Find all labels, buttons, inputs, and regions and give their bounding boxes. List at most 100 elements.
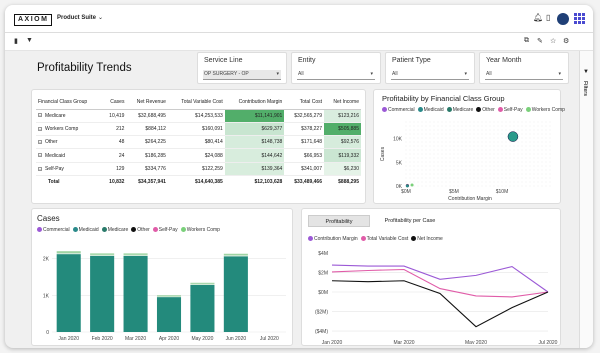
bar-self-pay[interactable] bbox=[190, 283, 215, 285]
table-row[interactable]: + Other 48 $264,225 $80,414 $148,738 $171,648 $… bbox=[36, 135, 361, 150]
grid-dot bbox=[417, 157, 419, 159]
bar-self-pay[interactable] bbox=[90, 254, 115, 256]
bar-workers-comp[interactable] bbox=[223, 253, 248, 256]
apps-grid-icon[interactable] bbox=[574, 13, 585, 24]
legend-item[interactable]: Commercial bbox=[37, 227, 70, 233]
service-line-select[interactable]: OP SURGERY - OP ▾ bbox=[203, 70, 281, 80]
legend-item[interactable]: Medicare bbox=[446, 107, 473, 113]
column-header[interactable]: Net Income bbox=[324, 95, 361, 110]
grid-dot bbox=[433, 181, 435, 183]
grid-dot bbox=[469, 133, 471, 135]
legend-item[interactable]: Total Variable Cost bbox=[360, 236, 408, 242]
grid-dot bbox=[525, 181, 527, 183]
line-total-variable-cost[interactable] bbox=[331, 268, 549, 298]
legend-item[interactable]: Workers Comp bbox=[180, 227, 220, 233]
y-tick-label: 1K bbox=[43, 293, 50, 299]
table-cell: + Other bbox=[36, 135, 103, 150]
copy-icon[interactable]: ⧉ bbox=[524, 37, 529, 45]
year-month-select[interactable]: All ▾ bbox=[485, 70, 563, 80]
legend-item[interactable]: Commercial bbox=[382, 107, 415, 113]
grid-dot bbox=[429, 121, 431, 123]
entity-select[interactable]: All ▾ bbox=[297, 70, 375, 80]
grid-dot bbox=[509, 125, 511, 127]
y-tick-label: 0K bbox=[396, 184, 403, 190]
table-row[interactable]: + Self-Pay 129 $334,776 $122,259 $139,364 $341… bbox=[36, 162, 361, 176]
bar-workers-comp[interactable] bbox=[123, 253, 148, 255]
legend-item[interactable]: Self-Pay bbox=[152, 227, 178, 233]
star-icon[interactable]: ☆ bbox=[550, 37, 556, 45]
grid-dot bbox=[521, 177, 523, 179]
grid-dot bbox=[493, 169, 495, 171]
bar-self-pay[interactable] bbox=[223, 255, 248, 257]
scatter-point-workers-comp[interactable] bbox=[410, 183, 414, 187]
expand-icon[interactable]: + bbox=[38, 153, 42, 158]
legend-item[interactable]: Medicaid bbox=[72, 227, 99, 233]
bar-medicare[interactable] bbox=[223, 256, 248, 332]
grid-dot bbox=[465, 173, 467, 175]
grid-dot bbox=[437, 177, 439, 179]
legend-item[interactable]: Net Income bbox=[411, 236, 443, 242]
legend-item[interactable]: Self-Pay bbox=[497, 107, 523, 113]
legend-item[interactable]: Medicare bbox=[101, 227, 128, 233]
bar-workers-comp[interactable] bbox=[190, 282, 215, 284]
bar-workers-comp[interactable] bbox=[56, 251, 81, 254]
grid-dot bbox=[537, 133, 539, 135]
legend-item[interactable]: Medicaid bbox=[417, 107, 444, 113]
edit-icon[interactable]: ✎ bbox=[537, 37, 543, 45]
table-cell: $6,230 bbox=[324, 162, 361, 176]
column-header[interactable]: Total Cost bbox=[284, 95, 324, 110]
gear-icon[interactable]: ⚙ bbox=[563, 37, 569, 45]
expand-icon[interactable]: + bbox=[38, 139, 42, 144]
tab-profitability[interactable]: Profitability bbox=[308, 215, 370, 227]
table-row[interactable]: + Workers Comp 212 $884,112 $160,091 $629,377… bbox=[36, 122, 361, 137]
scatter-point-medicaid[interactable] bbox=[405, 184, 409, 188]
table-row[interactable]: + Medicaid 24 $186,285 $24,088 $144,642 $66,95… bbox=[36, 148, 361, 163]
avatar[interactable] bbox=[557, 13, 569, 25]
product-suite-menu[interactable]: Product Suite ⌄ bbox=[57, 14, 103, 21]
bar-self-pay[interactable] bbox=[156, 296, 182, 298]
grid-dot bbox=[489, 173, 491, 175]
grid-dot bbox=[493, 157, 495, 159]
expand-icon[interactable]: + bbox=[38, 126, 42, 131]
grid-dot bbox=[477, 121, 479, 123]
table-row[interactable]: + Medicare 10,419 $32,688,495 $14,253,533 $11… bbox=[36, 109, 361, 123]
expand-icon[interactable]: + bbox=[38, 166, 42, 171]
tab-profitability-per-case[interactable]: Profitability per Case bbox=[374, 215, 446, 227]
bar-medicare[interactable] bbox=[123, 255, 148, 332]
column-header[interactable]: Contribution Margin bbox=[224, 95, 285, 110]
grid-dot bbox=[457, 121, 459, 123]
grid-dot bbox=[433, 145, 435, 147]
bar-medicare[interactable] bbox=[56, 254, 81, 332]
column-header[interactable]: Financial Class Group bbox=[36, 95, 103, 110]
column-header[interactable]: Net Revenue bbox=[126, 95, 168, 110]
legend-item[interactable]: Contribution Margin bbox=[308, 236, 358, 242]
grid-dot bbox=[493, 173, 495, 175]
expand-icon[interactable]: + bbox=[38, 113, 42, 118]
column-header[interactable]: Cases bbox=[102, 95, 127, 110]
grid-dot bbox=[537, 141, 539, 143]
bar-self-pay[interactable] bbox=[56, 253, 81, 255]
bar-medicare[interactable] bbox=[190, 284, 215, 332]
grid-dot bbox=[477, 137, 479, 139]
line-net-income[interactable] bbox=[331, 280, 549, 328]
bar-medicare[interactable] bbox=[156, 297, 182, 332]
x-tick-label: Jan 2020 bbox=[58, 336, 79, 342]
grid-dot bbox=[433, 161, 435, 163]
legend-item[interactable]: Other bbox=[131, 227, 150, 233]
bar-workers-comp[interactable] bbox=[90, 253, 115, 255]
column-header[interactable]: Total Variable Cost bbox=[167, 95, 225, 110]
bell-icon[interactable]: 🔔︎ bbox=[533, 14, 543, 22]
scatter-point-medicare[interactable] bbox=[507, 131, 519, 142]
note-icon[interactable]: ▯ bbox=[546, 14, 550, 22]
grid-dot bbox=[429, 169, 431, 171]
document-icon[interactable]: ▮ bbox=[14, 37, 18, 45]
grid-dot bbox=[433, 129, 435, 131]
patient-type-select[interactable]: All ▾ bbox=[391, 70, 469, 80]
bar-workers-comp[interactable] bbox=[156, 295, 182, 297]
bar-self-pay[interactable] bbox=[123, 254, 148, 256]
legend-item[interactable]: Other bbox=[476, 107, 495, 113]
filters-panel-tab[interactable]: ▼ Filters bbox=[579, 51, 593, 348]
legend-item[interactable]: Workers Comp bbox=[525, 107, 565, 113]
filter-icon[interactable]: ▼ bbox=[26, 37, 33, 44]
bar-medicare[interactable] bbox=[90, 255, 115, 332]
